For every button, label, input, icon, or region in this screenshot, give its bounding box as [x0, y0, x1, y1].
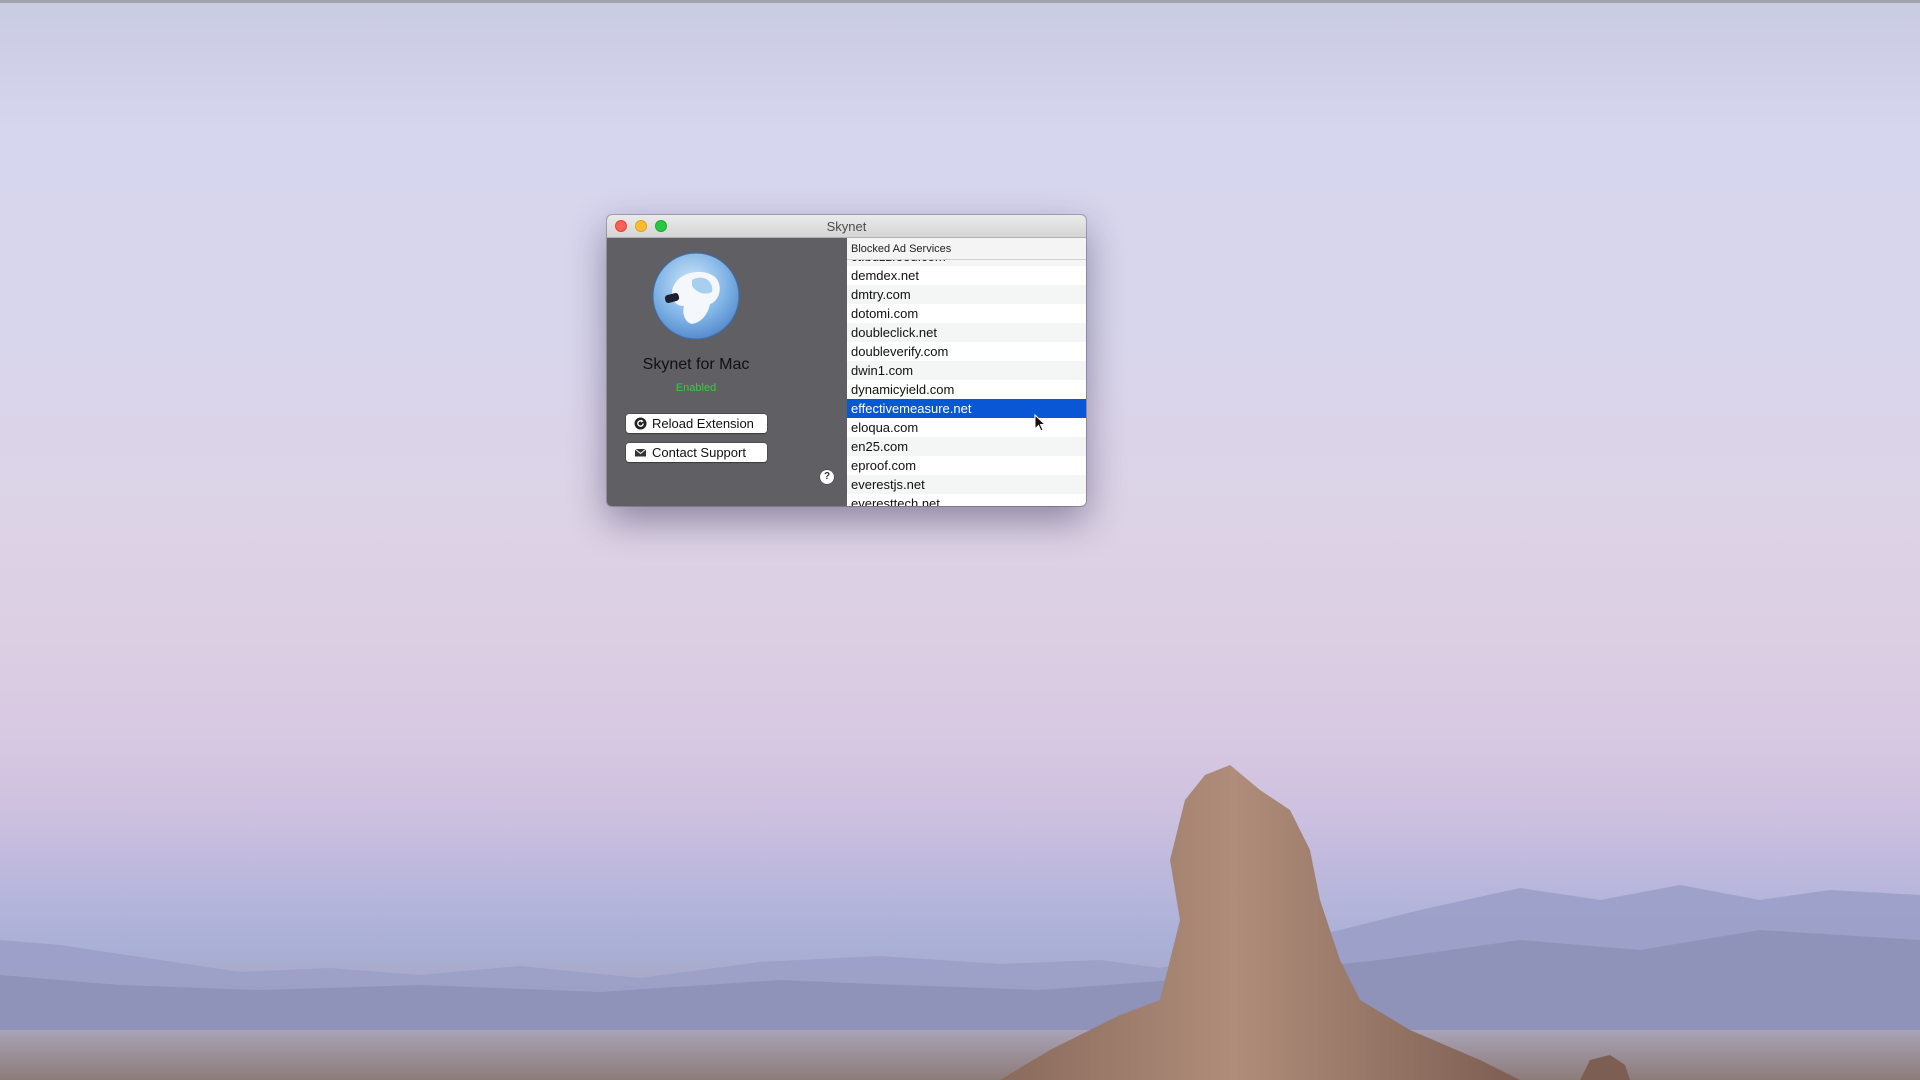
list-item[interactable]: dmtry.com [847, 285, 1086, 304]
list-item[interactable]: en25.com [847, 437, 1086, 456]
reload-extension-button[interactable]: Reload Extension [626, 414, 767, 433]
help-button[interactable]: ? [820, 470, 834, 484]
contact-support-button[interactable]: Contact Support [626, 443, 767, 462]
list-item[interactable]: dynamicyield.com [847, 380, 1086, 399]
list-item[interactable]: dwin1.com [847, 361, 1086, 380]
list-item[interactable]: dotomi.com [847, 304, 1086, 323]
list-item[interactable]: eproof.com [847, 456, 1086, 475]
list-item[interactable]: demdex.net [847, 266, 1086, 285]
list-header[interactable]: Blocked Ad Services [847, 238, 1086, 260]
skynet-logo-icon [652, 252, 740, 340]
mouse-pointer-icon [1034, 414, 1046, 432]
list-item[interactable]: doubleclick.net [847, 323, 1086, 342]
status-label: Enabled [675, 382, 717, 394]
list-item[interactable]: doubleverify.com [847, 342, 1086, 361]
envelope-icon [634, 448, 647, 457]
window-title: Skynet [826, 219, 867, 234]
list-item[interactable]: everesttech.net [847, 494, 1086, 506]
skynet-window: Skynet Skynet for Mac Enabled Blocked Ad… [607, 215, 1086, 506]
blocked-services-list[interactable]: Blocked Ad Services ct.buzzfeed.comdemde… [847, 238, 1086, 506]
app-name: Skynet for Mac [642, 356, 750, 373]
reload-icon [634, 417, 647, 430]
list-item[interactable]: everestjs.net [847, 475, 1086, 494]
desktop-wallpaper [0, 765, 1920, 1080]
title-bar[interactable]: Skynet [607, 215, 1086, 238]
list-item[interactable]: eloqua.com [847, 418, 1086, 437]
list-item[interactable]: effectivemeasure.net [847, 399, 1086, 418]
list-rows: ct.buzzfeed.comdemdex.netdmtry.comdotomi… [847, 247, 1086, 506]
sidebar: Skynet for Mac Enabled [607, 238, 846, 506]
contact-support-label: Contact Support [652, 445, 746, 460]
reload-extension-label: Reload Extension [652, 416, 754, 431]
